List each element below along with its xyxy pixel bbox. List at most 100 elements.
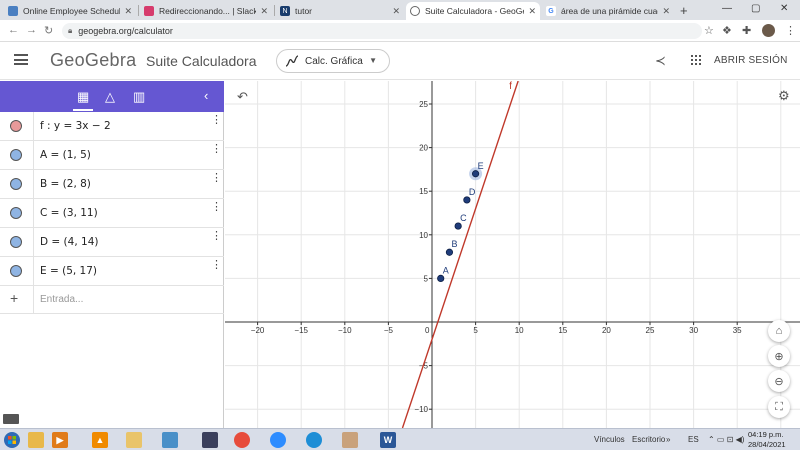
point-D[interactable]: [463, 196, 471, 204]
visibility-toggle[interactable]: [10, 265, 22, 277]
zoom-in-button[interactable]: ⊕: [768, 345, 790, 367]
more-options-icon[interactable]: ⋮: [211, 173, 222, 184]
browser-tab-4[interactable]: G área de una pirámide cuadrang ✕: [542, 2, 674, 20]
new-tab-button[interactable]: +: [680, 3, 688, 18]
algebra-input-row[interactable]: + Entrada...: [0, 285, 224, 314]
zoom-out-button[interactable]: ⊖: [768, 370, 790, 392]
x-tick-label: −20: [251, 326, 265, 335]
desktop-toolbar[interactable]: Escritorio: [632, 435, 665, 444]
close-tab-icon[interactable]: ✕: [528, 6, 536, 17]
keyboard-icon[interactable]: [3, 414, 19, 424]
profile-avatar[interactable]: [762, 24, 775, 37]
tab-title: tutor: [295, 6, 313, 16]
tray-icons[interactable]: ⌃ ▭ ⊡ ◀): [708, 435, 744, 444]
more-options-icon[interactable]: ⋮: [211, 202, 222, 213]
apps-grid-icon[interactable]: [691, 55, 701, 65]
graphics-view[interactable]: −20−15−10−50510152025303540252015105−5−1…: [225, 81, 800, 428]
url-field[interactable]: 🔒︎ geogebra.org/calculator: [62, 23, 702, 39]
algebra-expression[interactable]: C = (3, 11): [40, 207, 98, 219]
algebra-input-field[interactable]: Entrada...: [40, 294, 83, 305]
maximize-icon[interactable]: ▢: [751, 3, 760, 14]
sign-in-button[interactable]: ABRIR SESIÓN: [714, 55, 788, 66]
chrome-menu-icon[interactable]: ⋮: [785, 24, 796, 37]
links-toolbar[interactable]: Vínculos: [594, 435, 625, 444]
visibility-toggle[interactable]: [10, 120, 22, 132]
minimize-icon[interactable]: —: [722, 3, 732, 14]
visibility-toggle[interactable]: [10, 149, 22, 161]
zoom-taskbar-icon[interactable]: [270, 432, 286, 448]
point-A[interactable]: [437, 274, 445, 282]
tools-icon[interactable]: △: [105, 89, 115, 105]
fullscreen-button[interactable]: ⛶: [768, 396, 790, 418]
y-tick-label: 15: [419, 187, 428, 196]
point-E[interactable]: [472, 170, 480, 178]
home-button[interactable]: ⌂: [768, 320, 790, 342]
point-B[interactable]: [445, 248, 454, 256]
undo-icon[interactable]: ↶: [237, 89, 248, 105]
algebra-expression[interactable]: B = (2, 8): [40, 178, 91, 190]
algebra-expression[interactable]: D = (4, 14): [40, 236, 98, 248]
line-f[interactable]: [401, 81, 519, 428]
windows-start-icon[interactable]: [3, 431, 21, 449]
folder-taskbar-icon[interactable]: [126, 432, 142, 448]
media-player-taskbar-icon[interactable]: ▶: [52, 432, 68, 448]
close-tab-icon[interactable]: ✕: [662, 6, 670, 17]
visibility-toggle[interactable]: [10, 207, 22, 219]
bookmark-star-icon[interactable]: ☆: [704, 24, 714, 37]
gear-icon[interactable]: ⚙: [778, 88, 790, 104]
algebra-row-C[interactable]: C = (3, 11) ⋮: [0, 199, 224, 228]
algebra-row-E[interactable]: E = (5, 17) ⋮: [0, 257, 224, 286]
calculator-icon[interactable]: ▦: [77, 89, 89, 105]
close-tab-icon[interactable]: ✕: [260, 6, 268, 17]
x-tick-label: 35: [733, 326, 742, 335]
algebra-row-f[interactable]: f : y = 3x − 2 ⋮: [0, 112, 224, 141]
visibility-toggle[interactable]: [10, 236, 22, 248]
algebra-row-B[interactable]: B = (2, 8) ⋮: [0, 170, 224, 199]
more-options-icon[interactable]: ⋮: [211, 144, 222, 155]
extensions-puzzle-icon[interactable]: ✚: [742, 24, 751, 37]
vlc-taskbar-icon[interactable]: ▲: [92, 432, 108, 448]
reload-icon[interactable]: ↻: [44, 24, 53, 37]
y-tick-label: 5: [424, 274, 429, 283]
control-panel-taskbar-icon[interactable]: [162, 432, 178, 448]
algebra-expression[interactable]: f : y = 3x − 2: [40, 120, 111, 132]
close-tab-icon[interactable]: ✕: [392, 6, 400, 17]
algebra-row-D[interactable]: D = (4, 14) ⋮: [0, 228, 224, 257]
url-text: geogebra.org/calculator: [78, 26, 173, 36]
edge-taskbar-icon[interactable]: [306, 432, 322, 448]
word-taskbar-icon[interactable]: W: [380, 432, 396, 448]
algebra-expression[interactable]: A = (1, 5): [40, 149, 91, 161]
browser-tab-1[interactable]: Redireccionando... | Slack ✕: [140, 2, 272, 20]
table-icon[interactable]: ▥: [133, 89, 145, 105]
algebra-toolbar: ▦ △ ▥ ‹: [0, 81, 224, 112]
back-icon[interactable]: ←: [8, 24, 19, 36]
point-C[interactable]: [454, 222, 462, 230]
notes-taskbar-icon[interactable]: [202, 432, 218, 448]
language-indicator[interactable]: ES: [688, 435, 699, 444]
share-icon[interactable]: ≺: [655, 53, 666, 69]
close-tab-icon[interactable]: ✕: [124, 6, 132, 17]
app-selector-dropdown[interactable]: Calc. Gráfica ▼: [276, 49, 390, 73]
more-options-icon[interactable]: ⋮: [211, 260, 222, 271]
more-options-icon[interactable]: ⋮: [211, 231, 222, 242]
algebra-row-A[interactable]: A = (1, 5) ⋮: [0, 141, 224, 170]
graph-canvas[interactable]: −20−15−10−50510152025303540252015105−5−1…: [225, 81, 800, 428]
chevron-icon[interactable]: »: [666, 435, 670, 444]
system-clock[interactable]: 04:19 p.m. 28/04/2021: [748, 430, 786, 450]
explorer-taskbar-icon[interactable]: [28, 432, 44, 448]
collapse-panel-icon[interactable]: ‹: [204, 88, 208, 103]
geogebra-logo[interactable]: GeoGebra: [50, 50, 136, 71]
visibility-toggle[interactable]: [10, 178, 22, 190]
paint-taskbar-icon[interactable]: [342, 432, 358, 448]
hamburger-menu-icon[interactable]: [14, 54, 28, 65]
window-close-icon[interactable]: ✕: [780, 3, 788, 14]
app-title: Suite Calculadora: [146, 53, 257, 69]
browser-tab-2[interactable]: N tutor ✕: [276, 2, 404, 20]
browser-tab-3[interactable]: Suite Calculadora - GeoGebra ✕: [406, 2, 540, 20]
more-options-icon[interactable]: ⋮: [211, 115, 222, 126]
forward-icon[interactable]: →: [26, 24, 37, 36]
browser-tab-0[interactable]: Online Employee Scheduling S ✕: [4, 2, 136, 20]
extension-icon[interactable]: ❖: [722, 24, 732, 37]
algebra-expression[interactable]: E = (5, 17): [40, 265, 97, 277]
chrome-taskbar-icon[interactable]: [234, 432, 250, 448]
